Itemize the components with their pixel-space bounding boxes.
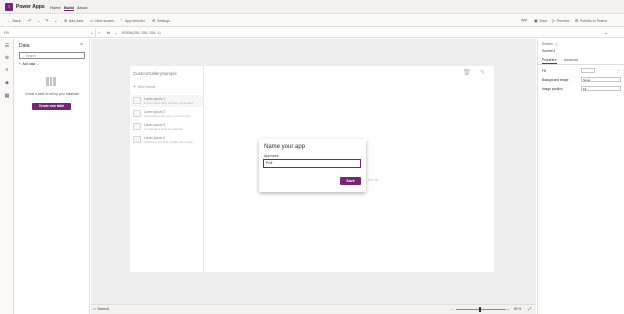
database-icon[interactable]: ◈ [4, 80, 10, 86]
chevron-down-icon: ⌄ [90, 30, 94, 35]
tab-about[interactable]: About [77, 5, 87, 10]
stethoscope-icon: ♡ [120, 18, 124, 23]
teams-icon: ⊞ [575, 18, 579, 23]
search-icon: ⌕ [22, 53, 24, 58]
close-icon[interactable]: × [80, 42, 83, 48]
power-apps-logo-icon: › [5, 3, 13, 11]
dialog-save-button[interactable]: Save [340, 177, 361, 185]
formula-input[interactable]: RGBA(255, 255, 255, 1) [122, 31, 161, 35]
fill-label: Fill [542, 69, 547, 73]
fx-button[interactable]: fx [107, 30, 110, 35]
app-header [0, 0, 624, 14]
formula-bar [0, 28, 624, 38]
zoom-in-icon[interactable]: + [507, 307, 509, 312]
table-icon [46, 77, 56, 86]
redo-icon: ↷ [45, 18, 49, 23]
app-title: Power Apps [16, 4, 45, 10]
control-name: Screen1 [542, 49, 556, 53]
expand-formula-icon[interactable]: ⌄ [604, 30, 608, 36]
gear-icon: ⚙ [152, 18, 156, 23]
property-dropdown[interactable]: Fill [4, 30, 88, 36]
panel-type-label: Screen [542, 42, 553, 46]
settings-button[interactable]: ⚙ Settings [152, 18, 170, 23]
tab-home[interactable]: Home [50, 5, 61, 10]
save-button[interactable]: ▣ Save [534, 18, 547, 23]
app-button[interactable]: App [521, 18, 527, 22]
database-icon: ⊕ [64, 18, 68, 23]
plus-icon: + [19, 62, 21, 66]
chevron-down-icon: ⌄ [114, 30, 118, 35]
empty-message: Create a table to set up your database [24, 92, 80, 96]
fullscreen-icon[interactable]: ⤢ [528, 306, 531, 311]
screen-icon: ▭ [93, 307, 97, 311]
add-data-button[interactable]: ⊕ Add data [64, 18, 83, 23]
zoom-level: 50 % [514, 307, 522, 311]
publish-to-teams-button[interactable]: ⊞ Publish to Teams [575, 18, 607, 23]
undo-icon: ↶ [28, 18, 32, 23]
back-button[interactable]: ← Back [7, 18, 21, 23]
chevron-down-icon: ⌄ [37, 18, 41, 23]
tree-view-icon[interactable]: ☰ [4, 43, 10, 49]
undo-button[interactable]: ↶ [28, 18, 31, 23]
insert-icon[interactable]: ⊕ [4, 55, 10, 61]
redo-menu-button[interactable]: ⌄ [54, 18, 57, 23]
app-name-label: App name [264, 154, 279, 158]
image-position-label: Image position [542, 87, 563, 91]
help-icon[interactable]: ⓘ [555, 42, 558, 47]
new-screen-icon: ▭ [90, 18, 94, 23]
zoom-out-icon[interactable]: − [451, 307, 453, 312]
back-arrow-icon: ← [7, 18, 11, 23]
search-input[interactable]: ⌕ Search [19, 52, 85, 59]
image-position-select[interactable]: Fit [581, 86, 621, 91]
new-screen-button[interactable]: ▭ New screen [90, 18, 114, 23]
app-checker-button[interactable]: ♡ App checker [120, 18, 145, 23]
tab-advanced[interactable]: Advanced [564, 58, 578, 62]
preview-button[interactable]: ▷ Preview [552, 18, 569, 23]
divider [537, 64, 624, 65]
redo-button[interactable]: ↷ [45, 18, 48, 23]
zoom-slider[interactable] [456, 309, 506, 310]
divider [95, 29, 96, 37]
add-data-link[interactable]: + Add data ⌄ [19, 62, 39, 66]
app-name-input[interactable]: Poll [263, 159, 361, 168]
undo-menu-button[interactable]: ⌄ [37, 18, 40, 23]
save-icon: ▣ [534, 18, 538, 23]
data-icon[interactable]: ≡ [4, 67, 10, 73]
zoom-slider-thumb[interactable] [479, 307, 481, 312]
screen-selector[interactable]: ▭ Screen1 [93, 307, 109, 311]
media-icon[interactable]: ▦ [4, 93, 10, 99]
play-icon: ▷ [552, 18, 556, 23]
chevron-down-icon[interactable]: ⌄ [617, 68, 620, 72]
create-new-table-button[interactable]: Create new table [32, 103, 71, 110]
background-image-label: Background image [542, 78, 569, 82]
chevron-down-icon: ⌄ [36, 62, 40, 66]
equals-icon: = [98, 30, 101, 35]
panel-title: Data [19, 43, 30, 49]
tab-build[interactable]: Build [64, 5, 74, 11]
fill-color-picker[interactable] [581, 68, 595, 73]
chevron-down-icon: ⌄ [54, 18, 58, 23]
background-image-select[interactable]: None [581, 77, 621, 82]
dialog-title: Name your app [264, 144, 306, 150]
